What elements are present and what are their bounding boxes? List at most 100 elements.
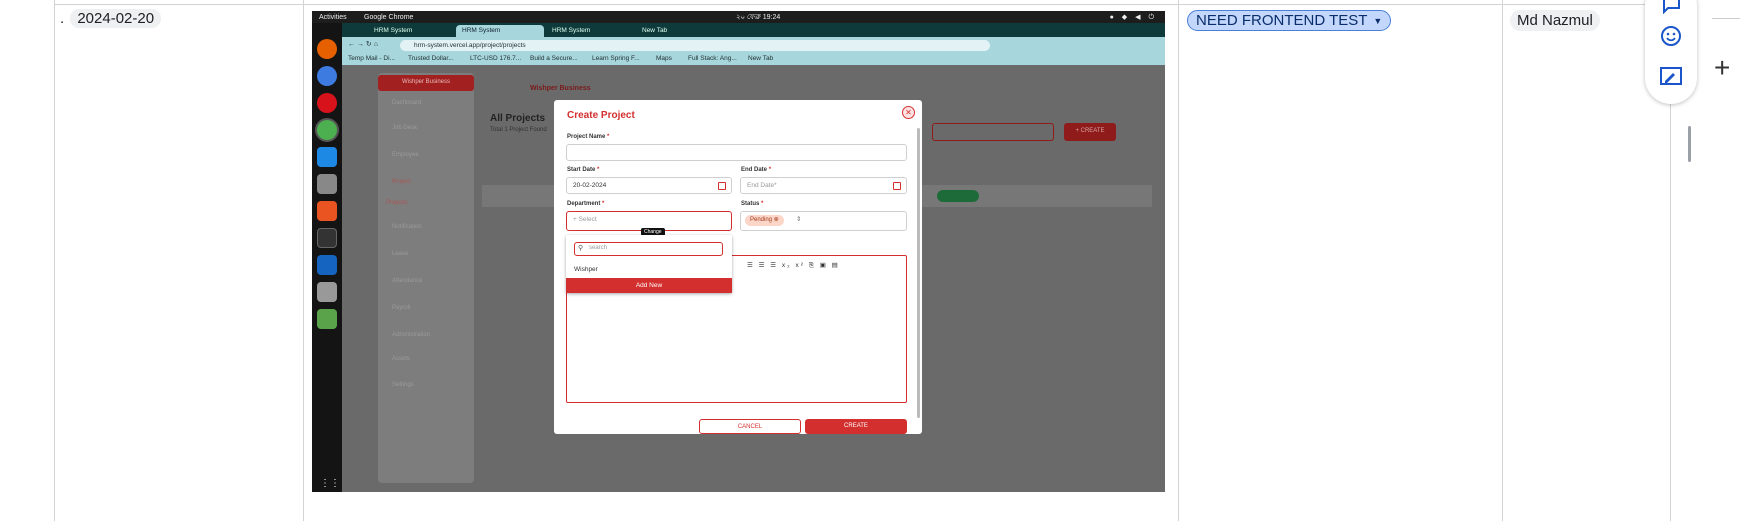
system-tray-icons: ● ◆ ◀ ⏻ [1109, 13, 1157, 21]
grid-column-line [54, 0, 55, 521]
activities-label: Activities [319, 13, 347, 21]
cancel-button[interactable]: CANCEL [699, 419, 801, 434]
sidebar-item-assets[interactable]: Assets [392, 356, 410, 362]
chrome-icon [317, 120, 337, 140]
bookmark-item[interactable]: Trusted Dollar... [408, 55, 454, 62]
modal-title: Create Project [567, 110, 635, 121]
bookmark-item[interactable]: LTC-USD 176.7... [470, 55, 521, 62]
modal-scrollbar[interactable] [917, 128, 920, 418]
date-prefix: . [60, 10, 65, 27]
vscode-icon [317, 147, 337, 167]
end-date-input[interactable]: End Date* [740, 177, 907, 194]
browser-tab[interactable]: New Tab [636, 25, 726, 37]
grid-column-line [1178, 0, 1179, 521]
opera-icon [317, 93, 337, 113]
date-cell[interactable]: . 2024-02-20 [60, 9, 162, 28]
grid-column-line [1502, 0, 1503, 521]
status-chip-label: NEED FRONTEND TEST [1196, 12, 1368, 29]
editor-toolbar[interactable]: ☰ ☰ ☰ x₂ x² ⎘ ▣ ▤ [747, 261, 840, 270]
suggest-edit-icon[interactable] [1658, 63, 1684, 89]
sidebar-item-projects[interactable]: Projects [386, 200, 408, 206]
trash-icon [317, 309, 337, 329]
sidebar-item-attendance[interactable]: Attendance [392, 278, 422, 284]
bookmarks-bar: Temp Mail - Di... Trusted Dollar... LTC-… [342, 53, 1165, 65]
browser-tab[interactable]: HRM System [546, 25, 634, 37]
chevron-down-icon: ▼ [1373, 15, 1383, 26]
bookmark-item[interactable]: Build a Secure... [530, 55, 578, 62]
sidebar-item-dashboard[interactable]: Dashboard [392, 100, 421, 106]
create-project-button[interactable]: + CREATE [1064, 123, 1116, 141]
scrollbar-thumb[interactable] [1688, 126, 1691, 162]
floating-action-toolbar [1645, 0, 1697, 104]
brand-name: Wishper Business [530, 85, 591, 92]
sidebar-item-job-desk[interactable]: Job Desk [392, 125, 417, 131]
create-button[interactable]: CREATE [805, 419, 907, 434]
sidebar-item-notification[interactable]: Notification [392, 224, 422, 230]
sidebar-item-payroll[interactable]: Payroll [392, 305, 410, 311]
expand-icon[interactable]: ⇕ [796, 215, 801, 223]
dropdown-search-input[interactable]: search [574, 242, 723, 256]
sidebar-item-project[interactable]: Project [392, 179, 411, 185]
gnome-top-bar: Activities Google Chrome ২০ ফেব্রু 19:24… [312, 11, 1165, 23]
calendar-icon[interactable] [893, 182, 901, 190]
clock-label: ২০ ফেব্রু 19:24 [736, 14, 781, 21]
sidebar-item-leave[interactable]: Leave [392, 251, 408, 257]
bookmark-item[interactable]: Temp Mail - Di... [348, 55, 395, 62]
page-subtitle: Total 1 Project Found [490, 127, 547, 133]
nav-arrows-icon: ← → ↻ ⌂ [348, 41, 378, 48]
browser-tab[interactable]: HRM System [368, 25, 454, 37]
sidebar-item-settings[interactable]: Settings [392, 382, 414, 388]
firefox-icon [317, 39, 337, 59]
chromium-icon [317, 66, 337, 86]
close-icon[interactable]: ✕ [902, 106, 915, 119]
chrome-window: HRM System HRM System HRM System New Tab… [342, 23, 1165, 492]
project-name-label: Project Name * [567, 134, 610, 140]
status-dropdown-chip[interactable]: NEED FRONTEND TEST ▼ [1187, 10, 1392, 31]
date-chip[interactable]: 2024-02-20 [70, 9, 162, 28]
search-icon: ⚲ [578, 245, 584, 252]
department-dropdown: search ⚲ Wishper Add New [566, 235, 732, 293]
hrm-page: Wishper Business Dashboard Job Desk Empl… [342, 65, 1165, 492]
start-date-input[interactable]: 20-02-2024 [566, 177, 732, 194]
browser-tab-active[interactable]: HRM System [456, 25, 544, 37]
assignee-chip[interactable]: Md Nazmul [1510, 10, 1600, 31]
calendar-icon[interactable] [718, 182, 726, 190]
bookmark-item[interactable]: New Tab [748, 55, 773, 62]
bookmark-item[interactable]: Full Stack: Ang... [688, 55, 737, 62]
project-name-input[interactable] [566, 144, 907, 161]
status-select[interactable]: Pending ⊗ ⇕ [740, 211, 907, 231]
url-field[interactable]: hrm-system.vercel.app/project/projects [400, 40, 990, 51]
dropdown-option[interactable]: Wishper [574, 266, 598, 273]
sidebar-header: Wishper Business [378, 75, 474, 91]
tab-strip: HRM System HRM System HRM System New Tab [342, 23, 1165, 37]
divider [1712, 18, 1740, 19]
comment-icon[interactable] [1658, 0, 1684, 18]
page-title: All Projects [490, 113, 546, 124]
embedded-screenshot[interactable]: Activities Google Chrome ২০ ফেব্রু 19:24… [312, 11, 1165, 492]
bookmark-item[interactable]: Maps [656, 55, 672, 62]
add-icon[interactable]: + [1714, 52, 1730, 84]
assignee-name: Md Nazmul [1517, 12, 1593, 29]
grid-row-line [54, 4, 1672, 5]
files-icon [317, 174, 337, 194]
software-icon [317, 201, 337, 221]
app-name-label: Google Chrome [364, 13, 414, 21]
status-label: Status * [741, 201, 764, 207]
pending-chip[interactable]: Pending ⊗ [745, 215, 784, 226]
search-input[interactable] [932, 123, 1054, 141]
add-new-button[interactable]: Add New [566, 278, 732, 293]
spreadsheet-view: . 2024-02-20 NEED FRONTEND TEST ▼ Md Naz… [0, 0, 1752, 521]
writer-icon [317, 255, 337, 275]
sidebar-item-administration[interactable]: Administration [392, 332, 430, 338]
end-date-placeholder: End Date* [747, 182, 777, 189]
emoji-icon[interactable] [1658, 23, 1684, 49]
bookmark-item[interactable]: Learn Spring F... [592, 55, 640, 62]
address-bar-row: ← → ↻ ⌂ hrm-system.vercel.app/project/pr… [342, 37, 1165, 53]
terminal-icon [317, 228, 337, 248]
create-project-modal: Create Project ✕ Project Name * Start Da… [554, 100, 922, 434]
end-date-label: End Date * [741, 167, 772, 173]
start-date-label: Start Date * [567, 167, 600, 173]
settings-app-icon [317, 282, 337, 302]
sidebar-item-employee[interactable]: Employee [392, 152, 419, 158]
ubuntu-dock: ⋮⋮⋮ [312, 23, 350, 492]
